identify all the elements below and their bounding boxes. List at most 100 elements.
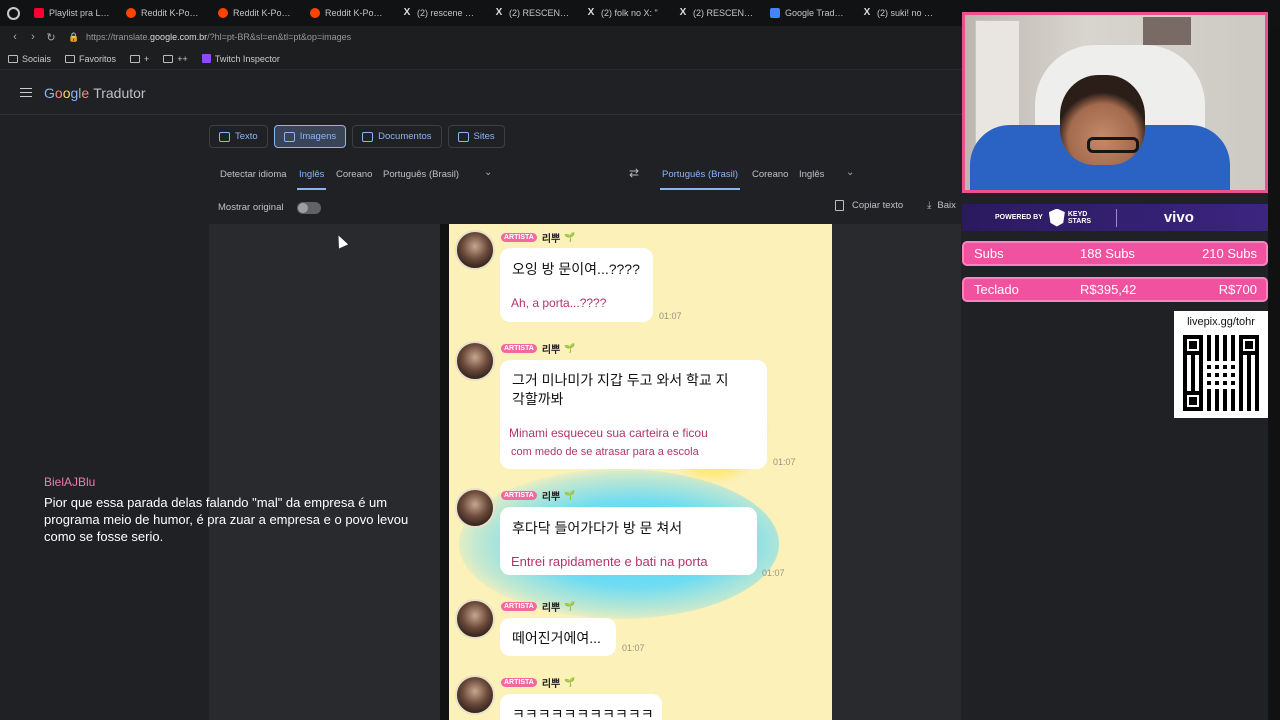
bookmark-folder[interactable]: Favoritos <box>65 54 116 64</box>
tab[interactable]: X (2) folk no X: " <box>578 0 670 26</box>
copy-text-button[interactable]: Copiar texto <box>835 200 903 211</box>
subs-goal-bar: Subs 188 Subs 210 Subs <box>962 241 1268 266</box>
image-icon <box>283 131 295 142</box>
browser-side-panel <box>1268 26 1280 720</box>
target-lang-korean[interactable]: Coreano <box>752 169 788 180</box>
avatar <box>455 599 495 639</box>
tab[interactable]: X(2) RESCENE Of <box>486 0 578 26</box>
tab[interactable]: X (2) rescene best <box>394 0 486 26</box>
bookmark-twitch-inspector[interactable]: Twitch Inspector <box>201 54 280 64</box>
screen: Playlist pra Live Reddit K-Pop | S Reddi… <box>0 0 1280 720</box>
x-icon: X <box>495 7 503 18</box>
artist-badge: ARTISTA <box>501 678 537 687</box>
swap-languages-icon[interactable]: ⇄ <box>629 166 639 180</box>
show-original-toggle[interactable] <box>297 202 321 214</box>
sprout-icon: 🌱 <box>564 232 576 242</box>
x-icon: X <box>679 7 687 18</box>
document-icon <box>362 131 374 142</box>
opera-logo-icon[interactable] <box>0 0 26 26</box>
message-time: 01:07 <box>773 457 796 467</box>
mode-documents-button[interactable]: Documentos <box>352 125 442 148</box>
tab[interactable]: Reddit K-Pop | S <box>118 0 210 26</box>
youtube-icon <box>34 8 44 18</box>
twitch-icon <box>201 54 211 63</box>
lock-icon[interactable]: 🔒 <box>68 32 79 43</box>
keyboard-goal-bar: Teclado R$395,42 R$700 <box>962 277 1268 302</box>
download-button[interactable]: ⤓ Baix <box>927 200 956 211</box>
forward-icon[interactable]: › <box>24 31 42 43</box>
keyd-stars-logo: KEYD STARS <box>1048 208 1094 227</box>
artist-badge: ARTISTA <box>501 602 537 611</box>
message-time: 01:07 <box>622 643 645 653</box>
source-lang-korean[interactable]: Coreano <box>336 169 372 180</box>
show-original-label: Mostrar original <box>218 202 284 213</box>
bookmark-folder[interactable]: Sociais <box>8 54 51 64</box>
bookmark-folder[interactable]: ++ <box>163 54 188 64</box>
mode-images-button[interactable]: Imagens <box>273 125 347 148</box>
message-bubble: 떼어진거에여... <box>500 618 616 656</box>
target-lang-english[interactable]: Inglês <box>799 169 824 180</box>
bookmark-folder[interactable]: + <box>130 54 149 64</box>
avatar <box>455 341 495 381</box>
google-translate-logo[interactable]: Google Tradutor <box>44 85 146 101</box>
message-bubble: ㅋㅋㅋㅋㅋㅋㅋㅋㅋㅋㅋ <box>500 694 662 720</box>
google-translate-icon <box>770 8 780 18</box>
mode-text-button[interactable]: Texto <box>209 125 268 148</box>
tab[interactable]: Playlist pra Live <box>26 0 118 26</box>
sender-name: 리뿌 <box>541 679 561 690</box>
source-lang-detect[interactable]: Detectar idioma <box>220 169 287 180</box>
sender-name: 리뿌 <box>541 234 561 245</box>
tab[interactable]: Reddit K-Pop | S <box>302 0 394 26</box>
folder-icon <box>8 54 18 63</box>
artist-badge: ARTISTA <box>501 491 537 500</box>
sender-name: 리뿌 <box>541 603 561 614</box>
reload-icon[interactable]: ↻ <box>42 31 60 44</box>
url-field[interactable]: https://translate.google.com.br/?hl=pt-B… <box>86 32 351 42</box>
tab-active[interactable]: Google Traduto <box>762 0 854 26</box>
artist-badge: ARTISTA <box>501 344 537 353</box>
folder-icon <box>65 54 76 63</box>
mode-selector: Texto Imagens Documentos Sites <box>209 125 505 148</box>
translate-header: Google Tradutor <box>0 71 962 115</box>
stream-chat-message: Pior que essa parada delas falando "mal"… <box>44 495 409 544</box>
sender-name: 리뿌 <box>541 492 561 503</box>
folder-icon <box>130 54 141 63</box>
x-icon: X <box>403 7 411 18</box>
copy-icon <box>835 200 844 211</box>
sprout-icon: 🌱 <box>564 601 576 611</box>
avatar <box>455 230 495 270</box>
stream-chat-username: BielAJBlu <box>44 475 96 489</box>
source-lang-portuguese[interactable]: Português (Brasil) <box>383 169 459 180</box>
webcam-feed <box>962 12 1268 193</box>
folder-icon <box>163 54 174 63</box>
sender-name: 리뿌 <box>541 345 561 356</box>
sponsor-banner: POWERED BY KEYD STARS vivo <box>962 204 1268 231</box>
menu-icon[interactable] <box>20 87 32 98</box>
x-icon: X <box>587 7 595 18</box>
language-row: Detectar idioma Inglês Coreano Português… <box>209 160 961 190</box>
chevron-down-icon[interactable]: ⌄ <box>484 167 492 178</box>
download-icon: ⤓ <box>927 200 932 211</box>
sprout-icon: 🌱 <box>564 490 576 500</box>
source-lang-english[interactable]: Inglês <box>296 169 327 190</box>
website-icon <box>457 131 469 142</box>
reddit-icon <box>310 8 320 18</box>
tab[interactable]: X(2) RESCENE Gl <box>670 0 762 26</box>
message-time: 01:07 <box>659 311 682 321</box>
message-time: 01:07 <box>762 568 785 578</box>
qr-code-icon <box>1183 335 1259 411</box>
target-lang-portuguese[interactable]: Português (Brasil) <box>659 169 741 190</box>
sprout-icon: 🌱 <box>564 677 576 687</box>
artist-badge: ARTISTA <box>501 233 537 242</box>
mode-sites-button[interactable]: Sites <box>447 125 505 148</box>
x-icon: X <box>863 7 871 18</box>
back-icon[interactable]: ‹ <box>6 31 24 43</box>
reddit-icon <box>218 8 228 18</box>
tab[interactable]: X (2) suki! no X: " <box>854 0 946 26</box>
livepix-qr: livepix.gg/tohr <box>1174 311 1268 418</box>
chevron-down-icon[interactable]: ⌄ <box>846 167 854 178</box>
translate-icon <box>219 131 230 142</box>
message-bubble: 오잉 방 문이여...???? Ah, a porta...???? <box>500 248 653 322</box>
tab[interactable]: Reddit K-Pop | S <box>210 0 302 26</box>
shield-icon <box>1048 208 1065 227</box>
